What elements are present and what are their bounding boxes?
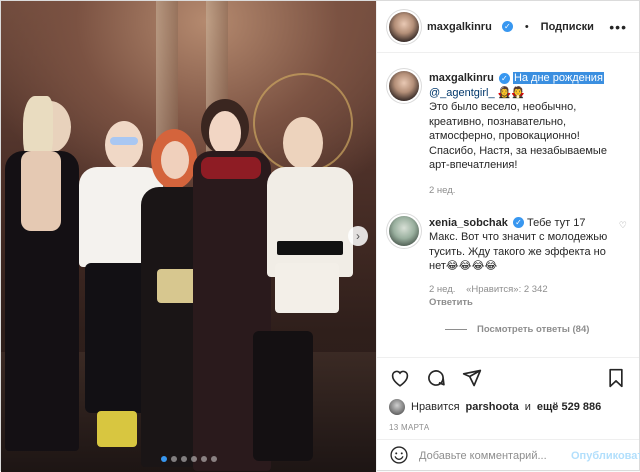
comment-likes[interactable]: «Нравится»: 2 342	[466, 284, 548, 295]
caption-time[interactable]: 2 нед.	[429, 185, 455, 196]
carousel-dot	[210, 456, 217, 462]
verified-badge-icon: ✓	[512, 217, 524, 229]
add-comment-bar: Опубликовать	[377, 439, 640, 472]
separator: •	[524, 20, 529, 33]
carousel-dots	[160, 456, 217, 462]
verified-badge-icon: ✓	[501, 21, 513, 32]
share-icon[interactable]	[461, 367, 483, 389]
comment-item: xenia_sobchak ✓ Тебе тут 17 Макс. Вот чт…	[389, 215, 627, 308]
caption-body: Это было весело, необычно, креативно, по…	[429, 101, 607, 171]
likes-count[interactable]: ещё 529 886	[537, 401, 601, 413]
author-username[interactable]: maxgalkinru	[427, 21, 492, 33]
action-bar	[377, 357, 639, 397]
carousel-dot	[170, 456, 177, 462]
comment-text: xenia_sobchak ✓ Тебе тут 17 Макс. Вот чт…	[429, 216, 609, 274]
view-replies-label: Посмотреть ответы (84)	[477, 323, 590, 335]
verified-badge-icon: ✓	[498, 72, 510, 84]
view-replies-button[interactable]: Посмотреть ответы (84)	[445, 324, 627, 335]
heart-icon[interactable]	[389, 367, 411, 389]
caption-emoji: 🧛‍♀️🧛	[497, 86, 526, 99]
publish-button[interactable]: Опубликовать	[571, 450, 640, 462]
carousel-dot	[200, 456, 207, 462]
more-options-icon[interactable]: •••	[609, 19, 627, 35]
likes-and: и	[524, 401, 531, 413]
post-date[interactable]: 13 МАРТА	[377, 417, 639, 439]
avatar[interactable]	[389, 11, 419, 42]
likes-user[interactable]: parshoota	[466, 401, 519, 413]
heart-outline-icon[interactable]: ♡	[619, 216, 627, 308]
comment-username[interactable]: xenia_sobchak	[429, 217, 508, 229]
mention-link[interactable]: @_agentgirl_	[429, 87, 495, 99]
avatar[interactable]	[389, 399, 405, 415]
bookmark-icon[interactable]	[605, 367, 627, 389]
post-header: maxgalkinru ✓ • Подписки •••	[377, 1, 639, 53]
caption-username[interactable]: maxgalkinru	[429, 72, 494, 84]
comment-input[interactable]	[419, 450, 561, 462]
likes-row: Нравится parshoota и ещё 529 886	[377, 397, 639, 417]
post-photo[interactable]: ›	[1, 1, 376, 472]
comments-area: maxgalkinru ✓ На дне рождения @_agentgir…	[377, 53, 639, 357]
likes-prefix: Нравится	[411, 401, 460, 413]
reply-button[interactable]: Ответить	[429, 297, 609, 308]
comment-meta: 2 нед. «Нравится»: 2 342	[429, 284, 609, 295]
comment-time[interactable]: 2 нед.	[429, 284, 455, 295]
post-side-panel: maxgalkinru ✓ • Подписки ••• maxgalkinru…	[376, 1, 640, 472]
avatar[interactable]	[389, 215, 419, 246]
caption: maxgalkinru ✓ На дне рождения @_agentgir…	[389, 71, 627, 196]
avatar[interactable]	[389, 71, 419, 101]
emoji-icon[interactable]	[389, 445, 409, 468]
comment-icon[interactable]	[425, 367, 447, 389]
divider	[445, 328, 467, 330]
carousel-dot	[190, 456, 197, 462]
following-button[interactable]: Подписки	[541, 21, 594, 33]
caption-text: maxgalkinru ✓ На дне рождения @_agentgir…	[429, 71, 627, 173]
caption-meta: 2 нед.	[429, 185, 627, 196]
caption-highlight: На дне рождения	[512, 72, 604, 84]
instagram-post: › maxgalkinru ✓ • Подписки ••• maxgalkin…	[0, 0, 640, 472]
carousel-dot	[180, 456, 187, 462]
next-slide-icon[interactable]: ›	[348, 226, 368, 246]
carousel-dot	[160, 456, 167, 462]
